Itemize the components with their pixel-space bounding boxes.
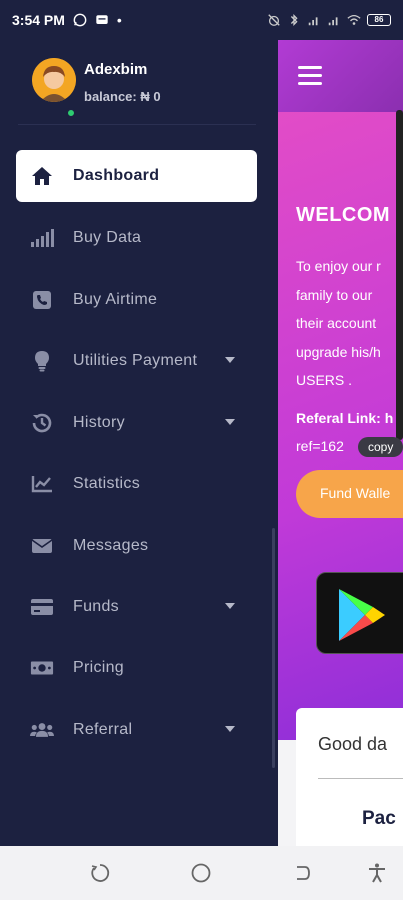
drawer-scrollbar[interactable]: [272, 528, 275, 768]
copy-referral-button[interactable]: copy: [358, 437, 403, 457]
money-bill-icon: [30, 656, 54, 680]
alarm-off-icon: [268, 14, 280, 26]
user-name: Adexbim: [84, 61, 148, 78]
credit-card-icon: [30, 595, 54, 619]
menu-toggle-icon[interactable]: [298, 66, 322, 86]
referral-link-value: ref=162: [296, 438, 344, 454]
card-divider: [318, 778, 403, 779]
dashboard-content: WELCOM To enjoy our r family to our thei…: [278, 40, 403, 846]
bluetooth-icon: [290, 14, 298, 26]
history-icon: [30, 411, 54, 435]
sidebar-item-utilities-payment[interactable]: Utilities Payment: [16, 335, 257, 387]
online-status-indicator: [66, 108, 76, 118]
message-icon: [96, 15, 108, 24]
welcome-line: To enjoy our r: [296, 258, 381, 274]
chevron-down-icon: [225, 603, 235, 609]
sidebar-item-funds[interactable]: Funds: [16, 581, 257, 633]
navigation-drawer: Adexbim balance: ₦ 0 Dashboard Buy Data …: [0, 40, 278, 846]
whatsapp-icon: [73, 13, 87, 27]
home-icon: [30, 164, 54, 188]
system-navigation-bar: [0, 846, 403, 900]
sidebar-item-label: Referral: [73, 721, 133, 738]
signal-icon: [308, 17, 318, 26]
chevron-down-icon: [225, 357, 235, 363]
sidebar-item-buy-data[interactable]: Buy Data: [16, 212, 257, 264]
google-play-badge[interactable]: [316, 572, 403, 654]
users-icon: [30, 718, 54, 742]
sidebar-item-label: Funds: [73, 598, 119, 615]
avatar: [32, 58, 76, 102]
signal-2-icon: [328, 17, 338, 26]
signal-bars-icon: [30, 226, 54, 250]
sidebar-item-label: Utilities Payment: [73, 352, 198, 369]
welcome-line: upgrade his/h: [296, 343, 381, 360]
app-header: [278, 40, 403, 112]
notification-dot: •: [116, 12, 122, 28]
greeting-card: Good da Pac: [296, 708, 403, 846]
sidebar-item-statistics[interactable]: Statistics: [16, 458, 257, 510]
chevron-down-icon: [225, 419, 235, 425]
user-balance: balance: ₦ 0: [84, 89, 161, 104]
welcome-text: To enjoy our r family to our their accou…: [296, 252, 381, 395]
envelope-icon: [30, 534, 54, 558]
sidebar-item-referral[interactable]: Referral: [16, 704, 257, 756]
greeting-text: Good da: [318, 734, 388, 754]
chart-line-icon: [30, 472, 54, 496]
sidebar-item-label: Buy Data: [73, 229, 142, 246]
status-bar: 3:54 PM • 86: [0, 0, 403, 40]
welcome-heading: WELCOM: [296, 204, 391, 226]
status-time: 3:54 PM: [12, 12, 65, 28]
sidebar-item-label: History: [73, 414, 125, 431]
battery-icon: 86: [367, 14, 391, 26]
sidebar-item-pricing[interactable]: Pricing: [16, 642, 257, 694]
welcome-line: family to our: [296, 286, 373, 303]
sidebar-item-buy-airtime[interactable]: Buy Airtime: [16, 274, 257, 326]
lightbulb-icon: [30, 349, 54, 373]
phone-square-icon: [30, 288, 54, 312]
content-scrollbar[interactable]: [396, 110, 403, 440]
welcome-line: their account: [296, 315, 377, 331]
sidebar-item-label: Pricing: [73, 659, 125, 676]
fund-wallet-button[interactable]: Fund Walle: [296, 470, 403, 518]
packages-title: Pac: [362, 808, 396, 829]
sidebar-item-label: Dashboard: [73, 167, 160, 184]
user-avatar-icon: [32, 58, 76, 102]
sidebar-item-label: Messages: [73, 537, 149, 554]
accessibility-icon[interactable]: [366, 862, 388, 884]
sidebar-item-messages[interactable]: Messages: [16, 520, 257, 572]
google-play-icon: [339, 589, 385, 641]
sidebar-item-dashboard[interactable]: Dashboard: [16, 150, 257, 202]
sidebar-item-history[interactable]: History: [16, 397, 257, 449]
sidebar-item-label: Statistics: [73, 475, 141, 492]
welcome-line: USERS .: [296, 372, 353, 388]
user-profile[interactable]: Adexbim balance: ₦ 0: [32, 58, 262, 118]
home-button-icon[interactable]: [190, 862, 212, 884]
sidebar-item-label: Buy Airtime: [73, 291, 158, 308]
referral-link-label: Referal Link: h: [296, 410, 394, 426]
wifi-icon: [347, 14, 361, 25]
back-icon[interactable]: [290, 862, 312, 884]
recent-apps-icon[interactable]: [89, 862, 111, 884]
profile-divider: [18, 124, 256, 125]
chevron-down-icon: [225, 726, 235, 732]
